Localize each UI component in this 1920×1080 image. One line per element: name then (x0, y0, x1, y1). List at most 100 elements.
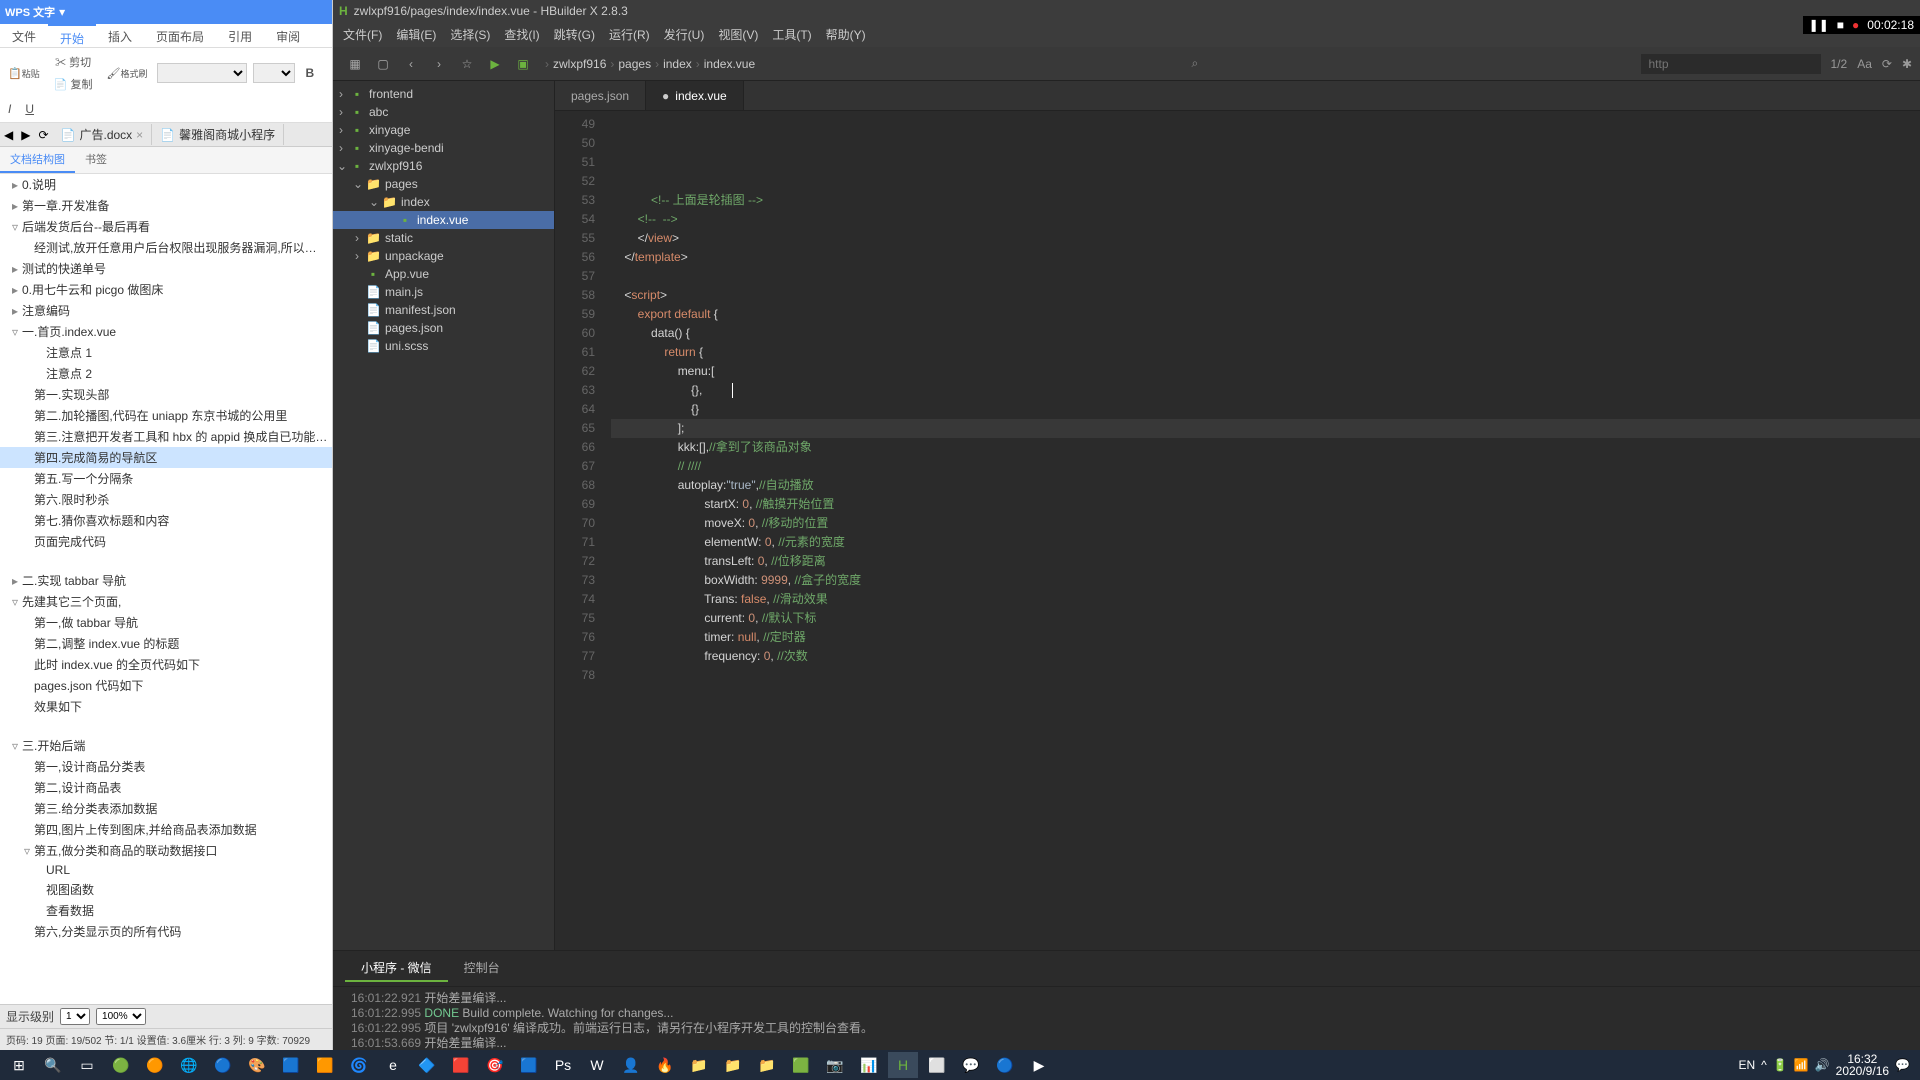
outline-item[interactable] (0, 552, 332, 570)
folder-icon[interactable]: 📁 (718, 1052, 748, 1078)
paste-button[interactable]: 📋粘贴 (4, 65, 44, 82)
file-tree-item[interactable]: 📄uni.scss (333, 337, 554, 355)
outline-tab-structure[interactable]: 文档结构图 (0, 147, 75, 173)
outline-item[interactable]: ▸注意编码 (0, 300, 332, 321)
outline-item[interactable]: ▿先建其它三个页面, (0, 591, 332, 612)
app-icon[interactable]: 🔵 (208, 1052, 238, 1078)
folder-icon[interactable]: 📁 (684, 1052, 714, 1078)
file-tree-item[interactable]: ▪App.vue (333, 265, 554, 283)
outline-item[interactable]: 第五.写一个分隔条 (0, 468, 332, 489)
console-output[interactable]: 16:01:22.921 开始差量编译...16:01:22.995 DONE … (333, 987, 1920, 1050)
menu-file[interactable]: 文件(F) (337, 24, 388, 45)
run-play-icon[interactable]: ▶ (481, 50, 509, 78)
app-icon[interactable]: 🟦 (514, 1052, 544, 1078)
app-icon[interactable]: 🔥 (650, 1052, 680, 1078)
format-painter-button[interactable]: 🖌格式刷 (102, 65, 151, 82)
app-icon[interactable]: 📷 (820, 1052, 850, 1078)
outline-item[interactable]: 第二,设计商品表 (0, 777, 332, 798)
wps-outline-body[interactable]: ▸0.说明▸第一章.开发准备▿后端发货后台--最后再看经测试,放开任意用户后台权… (0, 174, 332, 1004)
outline-item[interactable]: ▸0.说明 (0, 174, 332, 195)
tray-up-icon[interactable]: ^ (1761, 1058, 1767, 1072)
outline-item[interactable]: 注意点 1 (0, 342, 332, 363)
menu-view[interactable]: 视图(V) (712, 24, 764, 45)
vscode-icon[interactable]: 🟦 (276, 1052, 306, 1078)
app-icon[interactable]: 🟥 (446, 1052, 476, 1078)
wps-tab-insert[interactable]: 插入 (96, 24, 144, 47)
outline-item[interactable]: 第三.注意把开发者工具和 hbx 的 appid 换成自已功能最多的小程序开..… (0, 426, 332, 447)
menu-run[interactable]: 运行(R) (603, 24, 656, 45)
photoshop-icon[interactable]: Ps (548, 1052, 578, 1078)
close-icon[interactable]: × (136, 128, 143, 142)
app-icon[interactable]: 🟢 (106, 1052, 136, 1078)
outline-item[interactable]: ▸二.实现 tabbar 导航 (0, 570, 332, 591)
font-family-select[interactable]: Courier New (157, 63, 247, 83)
menu-tools[interactable]: 工具(T) (766, 24, 817, 45)
menu-goto[interactable]: 跳转(G) (548, 24, 601, 45)
outline-item[interactable]: 第三.给分类表添加数据 (0, 798, 332, 819)
menu-edit[interactable]: 编辑(E) (390, 24, 442, 45)
file-tree-item[interactable]: ⌄▪zwlxpf916 (333, 157, 554, 175)
outline-item[interactable]: 第一.实现头部 (0, 384, 332, 405)
italic-button[interactable]: I (4, 100, 15, 118)
file-tree-item[interactable]: ›📁static (333, 229, 554, 247)
tray-sound-icon[interactable]: 🔊 (1815, 1058, 1830, 1072)
code-area[interactable]: 4950515253545556575859606162636465666768… (555, 111, 1920, 950)
wps-icon[interactable]: W (582, 1052, 612, 1078)
wps-tab-home[interactable]: 开始 (48, 24, 96, 47)
text-size-icon[interactable]: Aa (1857, 57, 1872, 71)
app-icon[interactable]: 🟠 (140, 1052, 170, 1078)
outline-item[interactable]: 第六.限时秒杀 (0, 489, 332, 510)
chrome-icon[interactable]: 🌐 (174, 1052, 204, 1078)
start-button[interactable]: ⊞ (4, 1052, 34, 1078)
file-tree-item[interactable]: ›▪xinyage (333, 121, 554, 139)
app-icon[interactable]: 💬 (956, 1052, 986, 1078)
nav-fwd-button[interactable]: ▶ (17, 126, 34, 144)
outline-item[interactable]: 第六,分类显示页的所有代码 (0, 921, 332, 942)
outline-item[interactable]: ▸第一章.开发准备 (0, 195, 332, 216)
outline-item[interactable]: 视图函数 (0, 879, 332, 900)
pause-icon[interactable]: ❚❚ (1809, 18, 1829, 32)
outline-tab-bookmark[interactable]: 书签 (75, 147, 117, 173)
outline-item[interactable]: 第七.猜你喜欢标题和内容 (0, 510, 332, 531)
editor-tab-0[interactable]: pages.json (555, 81, 646, 110)
file-tree-item[interactable]: ›📁unpackage (333, 247, 554, 265)
bottom-tab-console[interactable]: 控制台 (448, 955, 516, 982)
outline-item[interactable]: 经测试,放开任意用户后台权限出现服务器漏洞,所以后台管理,还是本.. (0, 237, 332, 258)
outline-item[interactable]: 第二,调整 index.vue 的标题 (0, 633, 332, 654)
outline-item[interactable]: 页面完成代码 (0, 531, 332, 552)
nav-fwd-icon[interactable]: › (425, 50, 453, 78)
app-icon[interactable]: 📊 (854, 1052, 884, 1078)
outline-item[interactable] (0, 717, 332, 735)
ie-icon[interactable]: e (378, 1052, 408, 1078)
outline-item[interactable]: ▿三.开始后端 (0, 735, 332, 756)
app-icon[interactable]: ▶ (1024, 1052, 1054, 1078)
app-icon[interactable]: 🔵 (990, 1052, 1020, 1078)
folder-icon[interactable]: 📁 (752, 1052, 782, 1078)
outline-item[interactable]: 查看数据 (0, 900, 332, 921)
wps-tab-review[interactable]: 审阅 (264, 24, 312, 47)
app-icon[interactable]: 🎯 (480, 1052, 510, 1078)
search-icon[interactable]: 🔍 (38, 1052, 68, 1078)
outline-item[interactable]: 第一,做 tabbar 导航 (0, 612, 332, 633)
file-tree-item[interactable]: 📄main.js (333, 283, 554, 301)
font-size-select[interactable]: 小五 (253, 63, 295, 83)
file-tree-item[interactable]: 📄manifest.json (333, 301, 554, 319)
app-icon[interactable]: 🎨 (242, 1052, 272, 1078)
taskbar-clock[interactable]: 16:32 2020/9/16 (1836, 1053, 1889, 1077)
file-tree-item[interactable]: ›▪abc (333, 103, 554, 121)
app-icon[interactable]: 🔷 (412, 1052, 442, 1078)
editor-tab-1[interactable]: ● index.vue (646, 81, 744, 110)
underline-button[interactable]: U (21, 100, 38, 118)
star-icon[interactable]: ☆ (453, 50, 481, 78)
edge-icon[interactable]: 🌀 (344, 1052, 374, 1078)
outline-item[interactable]: 第四.完成简易的导航区 (0, 447, 332, 468)
app-icon[interactable]: 🟩 (786, 1052, 816, 1078)
bottom-tab-miniprogram[interactable]: 小程序 - 微信 (345, 955, 448, 982)
zoom-percent-select[interactable]: 100% (96, 1008, 146, 1025)
outline-item[interactable]: 第二.加轮播图,代码在 uniapp 东京书城的公用里 (0, 405, 332, 426)
notification-icon[interactable]: 💬 (1895, 1058, 1910, 1072)
outline-item[interactable]: ▿第五,做分类和商品的联动数据接口 (0, 840, 332, 861)
new-file-icon[interactable]: ▢ (369, 50, 397, 78)
file-tree-item[interactable]: ⌄📁pages (333, 175, 554, 193)
outline-item[interactable]: URL (0, 861, 332, 879)
